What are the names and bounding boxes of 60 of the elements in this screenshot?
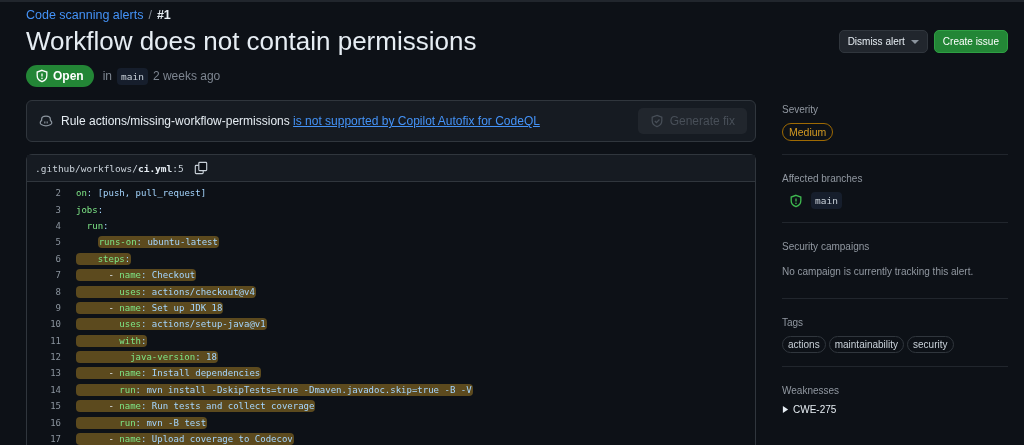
code-line: java-version: 18 xyxy=(76,351,218,364)
line-number: 8 xyxy=(54,286,62,297)
copilot-icon xyxy=(39,114,53,128)
code-line: - name: Install dependencies xyxy=(76,367,262,380)
code-line: - name: Upload coverage to Codecov xyxy=(76,433,294,445)
code-line: run: mvn -B test xyxy=(76,416,208,429)
section-heading: Severity xyxy=(782,104,820,115)
line-number: 7 xyxy=(54,270,62,281)
section-heading: Tags xyxy=(782,317,805,328)
create-issue-button[interactable]: Create issue xyxy=(933,30,1008,53)
dismiss-dropdown-button[interactable]: Dismiss alert xyxy=(838,30,928,53)
code-line: jobs: xyxy=(76,204,104,215)
line-number: 9 xyxy=(54,302,62,313)
branch-name: main xyxy=(811,192,842,209)
line-number: 15 xyxy=(49,401,62,412)
line-number: 6 xyxy=(54,253,62,264)
code-line: on: [push, pull_request] xyxy=(76,188,207,199)
code-line: uses: actions/checkout@v4 xyxy=(76,285,256,298)
line-number: 13 xyxy=(49,368,62,379)
line-number: 2 xyxy=(54,188,62,199)
branch-prefix: in xyxy=(102,69,112,83)
alert-title: Workflow does not contain permissions xyxy=(26,26,477,57)
line-number: 17 xyxy=(49,434,62,445)
section-heading: Weaknesses xyxy=(782,385,841,396)
weakness-toggle[interactable]: CWE-275 xyxy=(782,404,1008,415)
code-line: runs-on: ubuntu-latest xyxy=(97,236,219,249)
branch-name: main xyxy=(117,67,148,85)
alert-time: 2 weeks ago xyxy=(152,69,221,83)
line-number: 11 xyxy=(49,335,62,346)
shield-icon xyxy=(789,193,803,208)
line-number: 16 xyxy=(49,417,62,428)
line-number: 3 xyxy=(54,204,62,215)
line-number: 12 xyxy=(49,352,62,363)
section-heading: Affected branches xyxy=(782,173,864,184)
caret-icon xyxy=(910,39,919,44)
code-line: steps: xyxy=(76,252,132,265)
code-line: with: xyxy=(76,334,148,347)
autofix-link[interactable]: is not supported by Copilot Autofix for CodeQL xyxy=(293,114,540,128)
autofix-message: Rule actions/missing-workflow-permissions is not supported by Copilot Autofix for CodeQL xyxy=(61,114,541,128)
shield-check-icon xyxy=(649,114,664,128)
breadcrumb-link[interactable]: Code scanning alerts xyxy=(26,8,144,22)
campaign-note: No campaign is currently tracking this alert. xyxy=(782,266,975,277)
code-line: run: xyxy=(85,220,109,231)
copy-icon[interactable] xyxy=(193,161,208,175)
file-path: .github/workflows/ci.yml:5 xyxy=(35,162,184,174)
shield-icon xyxy=(35,69,49,83)
section-heading: Security campaigns xyxy=(782,241,871,252)
line-number: 10 xyxy=(49,319,62,330)
code-line: - name: Set up JDK 18 xyxy=(76,301,224,314)
code-line: - name: Run tests and collect coverage xyxy=(76,400,316,413)
code-line: uses: actions/setup-java@v1 xyxy=(76,318,267,331)
line-number: 5 xyxy=(54,237,62,248)
code-line: run: mvn install -DskipTests=true -Dmaven.javadoc.skip=true -B -V xyxy=(76,383,473,396)
open-status-badge: Open xyxy=(26,65,94,87)
breadcrumb-separator: / xyxy=(148,8,152,22)
line-number: 4 xyxy=(54,220,62,231)
code-line: - name: Checkout xyxy=(76,269,197,282)
breadcrumb-current: #1 xyxy=(156,8,171,22)
line-number: 14 xyxy=(49,384,62,395)
triangle-icon xyxy=(782,406,789,413)
